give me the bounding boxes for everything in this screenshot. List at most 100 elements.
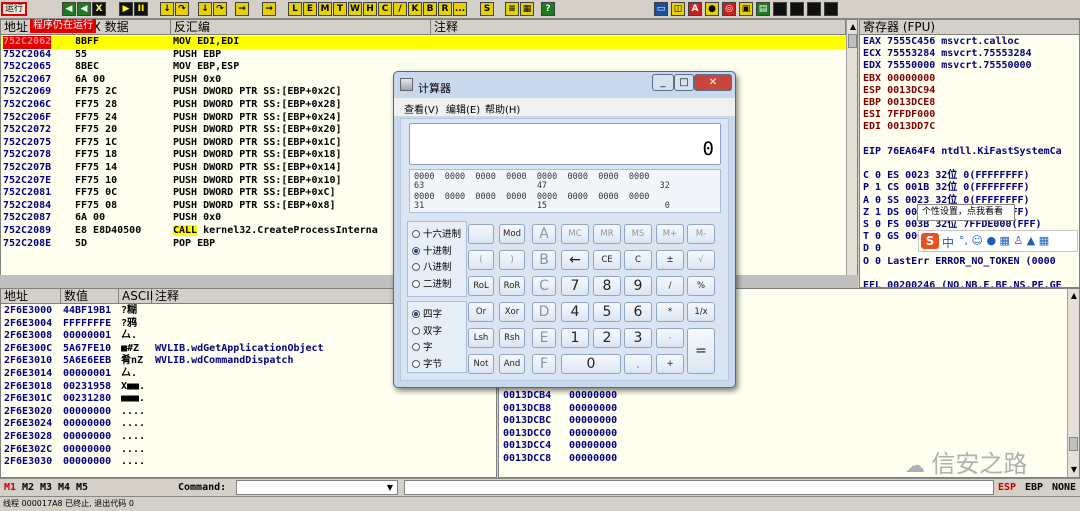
plugin-icon-6[interactable]: ▣ [739, 2, 753, 16]
references-icon[interactable]: R [438, 2, 452, 16]
menu-view[interactable]: 查看(V) [404, 101, 439, 116]
stop-icon[interactable]: X [92, 2, 106, 16]
register-line[interactable] [860, 158, 1079, 171]
stack-scroll-up-icon[interactable]: ▲ [1068, 290, 1079, 302]
plugin-icon-1[interactable]: ▭ [654, 2, 668, 16]
register-line[interactable]: P 1 CS 001B 32位 0(FFFFFFFF) [860, 182, 1079, 195]
windows-icon[interactable]: W [348, 2, 362, 16]
calc-key[interactable]: Not [468, 354, 494, 374]
execute-till-return-icon[interactable]: → [235, 2, 249, 16]
calc-key[interactable]: And [499, 354, 525, 374]
stack-row[interactable]: 0013DCB8 00000000 [501, 403, 626, 416]
base-radio[interactable]: 八进制 [412, 261, 452, 275]
register-line[interactable]: EDI 0013DD7C [860, 121, 1079, 134]
dump-row[interactable]: 2F6E3030 00000000.... [1, 456, 496, 469]
calc-key[interactable]: ← [561, 250, 589, 270]
restart-icon[interactable]: ◀ [62, 2, 76, 16]
trace-over-icon[interactable]: ↷ [213, 2, 227, 16]
calc-key[interactable]: % [687, 276, 715, 296]
register-line[interactable]: ESI 7FFDF000 [860, 109, 1079, 122]
register-line[interactable]: O 0 LastErr ERROR_NO_TOKEN (0000 [860, 256, 1079, 269]
stack-row[interactable]: 0013DCC8 00000000 [501, 453, 626, 466]
calc-key[interactable]: CE [593, 250, 621, 270]
stack-scrollbar[interactable]: ▲ ▼ [1067, 289, 1079, 477]
executable-modules-icon[interactable]: E [303, 2, 317, 16]
ime-icons[interactable]: °, ☺ ● ▦ ♙ ▲ ▦ [959, 234, 1049, 247]
calc-key[interactable]: Or [468, 302, 494, 322]
menu-help[interactable]: 帮助(H) [485, 101, 520, 116]
calc-key[interactable]: RoR [499, 276, 525, 296]
calc-key[interactable]: Rsh [499, 328, 525, 348]
dump-row[interactable]: 2F6E301C 00231280 ■■■. [1, 393, 496, 406]
calc-key[interactable]: . [624, 354, 652, 374]
base-radio[interactable]: 十六进制 [412, 228, 461, 242]
register-line[interactable] [860, 268, 1079, 281]
close-icon[interactable]: ◀ [77, 2, 91, 16]
register-option[interactable]: NONE [1052, 482, 1076, 493]
plugin-icon-8[interactable] [773, 2, 787, 16]
ime-mode-label[interactable]: 中 [942, 234, 954, 251]
memory-tab[interactable]: M3 [40, 482, 52, 493]
register-line[interactable]: EBX 00000000 [860, 73, 1079, 86]
plugin-icon-2[interactable]: ◫ [671, 2, 685, 16]
register-line[interactable]: EFL 00200246 (NO,NB,E,BE,NS,PE,GE [860, 280, 1079, 287]
dump-col-ascii[interactable]: ASCII [119, 289, 153, 304]
calc-key[interactable]: 1/x [687, 302, 715, 322]
calc-key[interactable]: 1 [561, 328, 589, 348]
calc-key[interactable]: C [532, 276, 556, 296]
dump-col-address[interactable]: 地址 [1, 289, 61, 304]
calc-key[interactable]: 4 [561, 302, 589, 322]
calc-key[interactable]: 6 [624, 302, 652, 322]
stack-row[interactable]: 0013DCB4 00000000 [501, 390, 626, 403]
close-button[interactable]: ✕ [694, 74, 732, 91]
command-dropdown-icon[interactable]: ▼ [384, 481, 396, 494]
dump-row[interactable]: 2F6E302C 00000000.... [1, 444, 496, 457]
calc-key[interactable] [468, 224, 494, 244]
dump-col-value[interactable]: 数值 [61, 289, 119, 304]
disasm-row[interactable]: 752C2064 55 PUSH EBP [1, 49, 846, 62]
word-radio[interactable]: 字节 [412, 358, 442, 372]
register-line[interactable]: EIP 76EA64F4 ntdll.KiFastSystemCa [860, 146, 1079, 159]
options-icon[interactable]: ≡ [505, 2, 519, 16]
calc-key[interactable]: MS [624, 224, 652, 244]
register-line[interactable]: ECX 75553284 msvcrt.75553284 [860, 48, 1079, 61]
step-over-icon[interactable]: ↷ [175, 2, 189, 16]
register-line[interactable]: C 0 ES 0023 32位 0(FFFFFFFF) [860, 170, 1079, 183]
handles-icon[interactable]: H [363, 2, 377, 16]
stack-row[interactable]: 0013DCC4 00000000 [501, 440, 626, 453]
scroll-up-icon[interactable]: ▲ [847, 21, 857, 33]
word-radio[interactable]: 字 [412, 341, 433, 355]
calculator-window[interactable]: 计算器 _ □ ✕ 查看(V) 编辑(E) 帮助(H) 0 0000 0000 … [393, 71, 736, 388]
dump-row[interactable]: 2F6E3020 00000000.... [1, 406, 496, 419]
ime-toolbar[interactable]: S 中 °, ☺ ● ▦ ♙ ▲ ▦ [918, 230, 1078, 252]
register-line[interactable]: EAX 7555C456 msvcrt.calloc [860, 36, 1079, 49]
col-comment[interactable]: 注释 [431, 20, 846, 35]
calc-key[interactable]: + [656, 354, 684, 374]
command-input[interactable]: ▼ [236, 480, 398, 495]
dump-row[interactable]: 2F6E3028 00000000.... [1, 431, 496, 444]
calc-key[interactable]: - [656, 328, 684, 348]
threads-icon[interactable]: T [333, 2, 347, 16]
calc-key[interactable]: A [532, 224, 556, 244]
calc-key[interactable]: MC [561, 224, 589, 244]
register-line[interactable]: EBP 0013DCE8 [860, 97, 1079, 110]
word-radio[interactable]: 双字 [412, 325, 442, 339]
memory-tab[interactable]: M1 [4, 482, 16, 493]
stack-row[interactable]: 0013DCBC 00000000 [501, 415, 626, 428]
plugin-icon-5[interactable]: ◎ [722, 2, 736, 16]
menu-edit[interactable]: 编辑(E) [446, 101, 480, 116]
calc-key[interactable]: 7 [561, 276, 589, 296]
sogou-logo-icon[interactable]: S [921, 233, 939, 249]
calc-key[interactable]: 3 [624, 328, 652, 348]
stack-row[interactable]: 0013DCC0 00000000 [501, 428, 626, 441]
calc-key[interactable]: √ [687, 250, 715, 270]
disasm-row[interactable]: 752C2062 8BFF MOV EDI,EDI [1, 36, 846, 49]
base-radio[interactable]: 十进制 [412, 245, 452, 259]
calc-key[interactable]: ( [468, 250, 494, 270]
register-line[interactable]: ESP 0013DC94 [860, 85, 1079, 98]
plugin-icon-7[interactable]: ▤ [756, 2, 770, 16]
calc-key[interactable]: / [656, 276, 684, 296]
calc-key[interactable]: Xor [499, 302, 525, 322]
stack-scroll-down-icon[interactable]: ▼ [1068, 464, 1079, 476]
calc-key[interactable]: 8 [593, 276, 621, 296]
